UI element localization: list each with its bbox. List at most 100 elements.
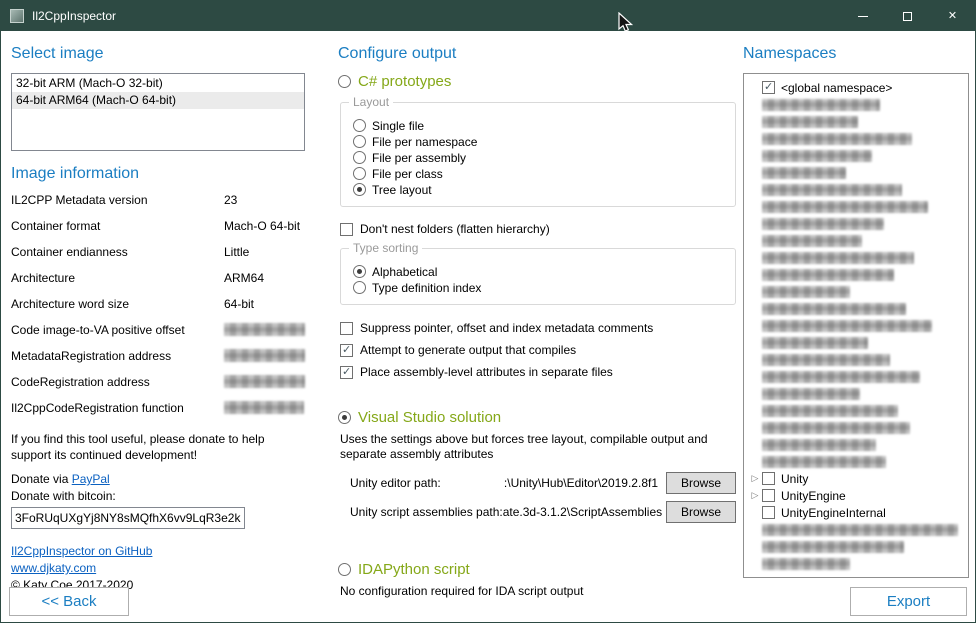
output-checkbox[interactable]: Suppress pointer, offset and index metad… <box>340 321 736 335</box>
flatten-hierarchy-checkbox[interactable]: Don't nest folders (flatten hierarchy) <box>340 222 736 236</box>
namespace-row[interactable]: <global namespace> <box>748 79 964 96</box>
option-label: C# prototypes <box>358 73 451 90</box>
namespace-row-redacted <box>748 402 964 419</box>
image-list-item[interactable]: 32-bit ARM (Mach-O 32-bit) <box>12 75 304 92</box>
titlebar: Il2CppInspector ✕ <box>1 1 975 31</box>
option-idapython-script[interactable]: IDAPython script <box>338 561 736 578</box>
close-icon: ✕ <box>948 11 957 22</box>
radio-label: Single file <box>372 119 424 133</box>
radio-icon <box>353 151 366 164</box>
namespace-label: <global namespace> <box>781 81 892 95</box>
output-checkbox[interactable]: Place assembly-level attributes in separ… <box>340 365 736 379</box>
redacted-namespace <box>762 354 890 366</box>
checkbox-label: Don't nest folders (flatten hierarchy) <box>360 222 550 236</box>
image-information-heading: Image information <box>11 165 305 183</box>
layout-groupbox-label: Layout <box>349 95 393 109</box>
namespace-row-redacted <box>748 317 964 334</box>
image-listbox[interactable]: 32-bit ARM (Mach-O 32-bit)64-bit ARM64 (… <box>11 73 305 151</box>
unity-editor-path-value[interactable]: :\Unity\Hub\Editor\2019.2.8f1 <box>441 476 666 490</box>
unity-editor-path-row: Unity editor path: :\Unity\Hub\Editor\20… <box>350 472 736 494</box>
namespace-checkbox[interactable] <box>762 81 775 94</box>
layout-radio[interactable]: File per namespace <box>353 134 725 149</box>
minimize-button[interactable] <box>840 1 885 31</box>
radio-icon <box>353 167 366 180</box>
info-value: 23 <box>224 193 237 207</box>
type-sorting-radio-group: Alphabetical Type definition index <box>353 264 725 295</box>
namespace-row-redacted <box>748 538 964 555</box>
radio-icon <box>353 281 366 294</box>
namespace-label: UnityEngine <box>781 489 846 503</box>
namespace-row[interactable]: UnityEngineInternal <box>748 504 964 521</box>
namespace-checkbox[interactable] <box>762 506 775 519</box>
redacted-namespace <box>762 218 884 230</box>
type-sorting-groupbox: Type sorting AlphabeticalType definition… <box>340 248 736 305</box>
radio-icon <box>353 135 366 148</box>
redacted-namespace <box>762 286 850 298</box>
website-link[interactable]: www.djkaty.com <box>11 560 305 577</box>
option-visual-studio-solution[interactable]: Visual Studio solution <box>338 409 736 426</box>
namespace-row-redacted <box>748 232 964 249</box>
browse-editor-button[interactable]: Browse <box>666 472 736 494</box>
info-value: 64-bit <box>224 297 254 311</box>
redacted-namespace <box>762 558 850 570</box>
info-row: ArchitectureARM64 <box>11 271 305 297</box>
image-info-table: IL2CPP Metadata version23Container forma… <box>11 193 305 427</box>
radio-icon <box>338 411 351 424</box>
namespace-row-redacted <box>748 130 964 147</box>
select-image-panel: Select image 32-bit ARM (Mach-O 32-bit)6… <box>11 37 305 594</box>
unity-script-assemblies-path-value[interactable]: ate.3d-3.1.2\ScriptAssemblies <box>503 505 666 519</box>
expander-icon[interactable]: ▷ <box>748 470 762 487</box>
sorting-radio[interactable]: Type definition index <box>353 280 725 295</box>
image-list-item[interactable]: 64-bit ARM64 (Mach-O 64-bit) <box>12 92 304 109</box>
redacted-namespace <box>762 252 914 264</box>
checkbox-label: Attempt to generate output that compiles <box>360 343 576 357</box>
select-image-heading: Select image <box>11 45 305 63</box>
configure-output-heading: Configure output <box>338 45 736 63</box>
namespaces-list[interactable]: <global namespace> ▷Unity▷ UnityEngineUnit… <box>743 73 969 578</box>
checkbox-label: Suppress pointer, offset and index metad… <box>360 321 653 335</box>
namespace-row-redacted <box>748 215 964 232</box>
option-csharp-prototypes[interactable]: C# prototypes <box>338 73 736 90</box>
sorting-radio[interactable]: Alphabetical <box>353 264 725 279</box>
radio-label: File per assembly <box>372 151 466 165</box>
redacted-namespace <box>762 99 880 111</box>
info-row: Code image-to-VA positive offset <box>11 323 305 349</box>
namespace-checkbox[interactable] <box>762 472 775 485</box>
redacted-namespace <box>762 371 920 383</box>
close-button[interactable]: ✕ <box>930 1 975 31</box>
github-link[interactable]: Il2CppInspector on GitHub <box>11 543 305 560</box>
namespace-row[interactable]: ▷ UnityEngine <box>748 487 964 504</box>
namespace-row-redacted <box>748 266 964 283</box>
vs-description: Uses the settings above but forces tree … <box>340 432 718 462</box>
window-controls: ✕ <box>840 1 975 31</box>
layout-radio[interactable]: File per assembly <box>353 150 725 165</box>
namespace-checkbox[interactable] <box>762 489 775 502</box>
export-button[interactable]: Export <box>850 587 967 616</box>
layout-radio[interactable]: Tree layout <box>353 182 725 197</box>
radio-label: Type definition index <box>372 281 481 295</box>
donate-paypal-line: Donate via PayPal <box>11 471 305 488</box>
info-label: Code image-to-VA positive offset <box>11 323 224 337</box>
info-label: MetadataRegistration address <box>11 349 224 363</box>
ida-description: No configuration required for IDA script… <box>340 584 718 599</box>
minimize-icon <box>858 16 868 17</box>
redacted-namespace <box>762 150 872 162</box>
paypal-link[interactable]: PayPal <box>72 472 110 486</box>
expander-icon[interactable]: ▷ <box>748 487 762 504</box>
checkbox-label: Place assembly-level attributes in separ… <box>360 365 613 379</box>
maximize-button[interactable] <box>885 1 930 31</box>
layout-radio[interactable]: File per class <box>353 166 725 181</box>
layout-radio[interactable]: Single file <box>353 118 725 133</box>
type-sorting-groupbox-label: Type sorting <box>349 241 422 255</box>
info-label: Architecture word size <box>11 297 224 311</box>
bitcoin-address-input[interactable] <box>11 507 245 529</box>
namespace-row[interactable]: ▷Unity <box>748 470 964 487</box>
radio-label: File per class <box>372 167 443 181</box>
info-label: Container format <box>11 219 224 233</box>
output-checkbox[interactable]: Attempt to generate output that compiles <box>340 343 736 357</box>
redacted-namespace <box>762 422 910 434</box>
browse-script-assemblies-button[interactable]: Browse <box>666 501 736 523</box>
namespace-row-redacted <box>748 181 964 198</box>
back-button[interactable]: << Back <box>9 587 129 616</box>
namespace-row-redacted <box>748 334 964 351</box>
